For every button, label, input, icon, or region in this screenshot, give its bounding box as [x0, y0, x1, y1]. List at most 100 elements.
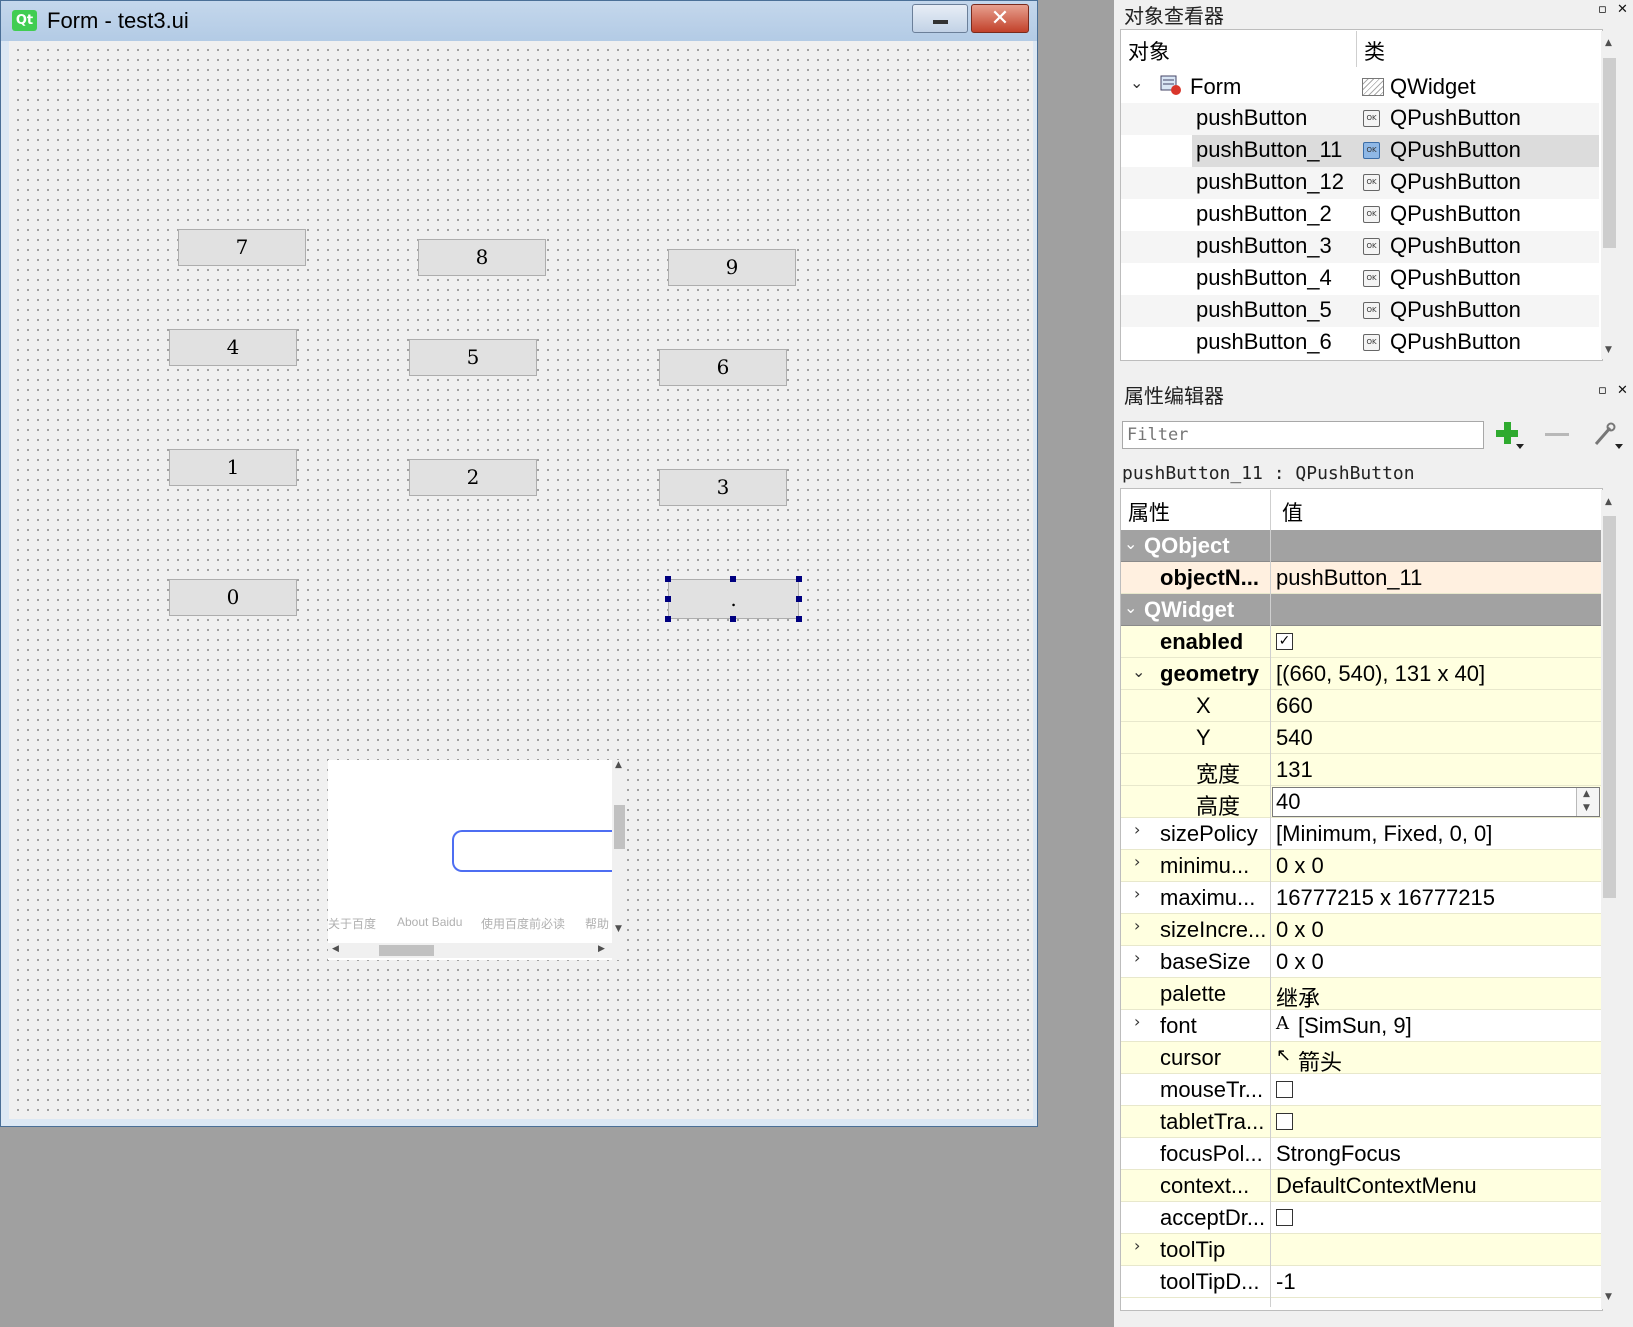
property-row[interactable]	[1121, 690, 1602, 722]
expand-chevron-icon[interactable]: ›	[1134, 884, 1140, 903]
property-value[interactable]: 660	[1276, 693, 1313, 719]
expand-chevron-icon[interactable]: ›	[1134, 820, 1140, 839]
property-value[interactable]: 540	[1276, 725, 1313, 751]
calc-button-8[interactable]: 8	[418, 239, 546, 276]
calc-button-0[interactable]: 0	[169, 579, 297, 616]
scroll-down-arrow-icon[interactable]: ▼	[1605, 1292, 1612, 1302]
object-name[interactable]: pushButton_11	[1196, 137, 1342, 163]
selection-handle[interactable]	[665, 576, 671, 582]
scroll-down-arrow-icon[interactable]: ▼	[1605, 345, 1612, 355]
expand-chevron-icon[interactable]: ›	[1134, 948, 1140, 967]
web-vertical-scroll-thumb[interactable]	[614, 805, 625, 849]
property-value[interactable]: 0 x 0	[1276, 949, 1324, 975]
property-editor-scroll-thumb[interactable]	[1603, 516, 1616, 898]
selection-handle[interactable]	[730, 616, 736, 622]
calc-button-6[interactable]: 6	[659, 349, 787, 386]
object-inspector-scroll-thumb[interactable]	[1603, 58, 1616, 248]
property-value[interactable]: 131	[1276, 757, 1313, 783]
selection-handle[interactable]	[796, 616, 802, 622]
tree-row[interactable]	[1121, 103, 1599, 135]
object-name[interactable]: pushButton	[1196, 105, 1307, 131]
calc-button-3[interactable]: 3	[659, 469, 787, 506]
tree-row[interactable]	[1121, 199, 1599, 231]
object-name[interactable]: pushButton_5	[1196, 297, 1332, 323]
expand-chevron-icon[interactable]: ›	[1134, 1236, 1140, 1255]
expand-chevron-icon[interactable]: ›	[1134, 852, 1140, 871]
scroll-up-arrow-icon[interactable]: ▲	[615, 760, 622, 770]
enabled-checkbox[interactable]: ✓	[1276, 633, 1293, 650]
expand-chevron-icon[interactable]: ›	[1134, 916, 1140, 935]
close-button[interactable]: ✕	[971, 4, 1029, 33]
property-row[interactable]	[1121, 722, 1602, 754]
expand-chevron-icon[interactable]: ⌄	[1130, 73, 1143, 92]
calc-button-5[interactable]: 5	[409, 339, 537, 376]
property-value[interactable]: 继承	[1276, 981, 1320, 1013]
property-value[interactable]: [Minimum, Fixed, 0, 0]	[1276, 821, 1492, 847]
acceptdrops-checkbox[interactable]	[1276, 1209, 1293, 1226]
plus-icon[interactable]	[1496, 422, 1524, 449]
property-value[interactable]: 箭头	[1298, 1045, 1342, 1077]
close-icon[interactable]: ✕	[1617, 383, 1628, 398]
property-value[interactable]: DefaultContextMenu	[1276, 1173, 1477, 1199]
scroll-up-arrow-icon[interactable]: ▲	[1605, 497, 1612, 507]
object-name[interactable]: pushButton_6	[1196, 329, 1332, 355]
tree-row[interactable]	[1121, 263, 1599, 295]
height-spinbox[interactable]	[1272, 787, 1600, 817]
column-header-property[interactable]: 属性	[1128, 497, 1170, 527]
selection-handle[interactable]	[796, 576, 802, 582]
float-icon[interactable]: ▫	[1598, 383, 1607, 398]
web-search-input[interactable]	[452, 830, 612, 872]
calc-button-9[interactable]: 9	[668, 249, 796, 286]
selection-handle[interactable]	[796, 596, 802, 602]
collapse-chevron-icon[interactable]: ⌄	[1124, 534, 1137, 553]
property-value[interactable]: pushButton_11	[1276, 565, 1422, 591]
tree-row[interactable]	[1121, 167, 1599, 199]
mousetracking-checkbox[interactable]	[1276, 1081, 1293, 1098]
property-value[interactable]: StrongFocus	[1276, 1141, 1401, 1167]
selection-handle[interactable]	[730, 576, 736, 582]
tablettracking-checkbox[interactable]	[1276, 1113, 1293, 1130]
property-value[interactable]: [(660, 540), 131 x 40]	[1276, 661, 1485, 687]
web-link[interactable]: 关于百度	[328, 915, 376, 932]
column-header-class[interactable]: 类	[1364, 36, 1385, 66]
scroll-down-arrow-icon[interactable]: ▼	[615, 924, 622, 934]
minimize-button[interactable]	[912, 4, 968, 33]
property-value[interactable]: 16777215 x 16777215	[1276, 885, 1495, 911]
expand-chevron-icon[interactable]: ›	[1134, 1012, 1140, 1031]
selection-handle[interactable]	[665, 616, 671, 622]
object-name-form[interactable]: Form	[1190, 74, 1241, 100]
calc-button-1[interactable]: 1	[169, 449, 297, 486]
wrench-icon[interactable]	[1593, 422, 1623, 449]
spin-down-icon[interactable]: ▼	[1583, 803, 1590, 813]
column-header-value[interactable]: 值	[1282, 497, 1303, 527]
tree-row[interactable]	[1121, 231, 1599, 263]
property-value[interactable]: 0 x 0	[1276, 917, 1324, 943]
scroll-left-arrow-icon[interactable]: ◀	[332, 944, 339, 954]
float-icon[interactable]: ▫	[1598, 2, 1607, 17]
collapse-chevron-icon[interactable]: ⌄	[1132, 662, 1145, 681]
tree-row[interactable]	[1121, 295, 1599, 327]
minus-icon[interactable]	[1545, 433, 1569, 436]
column-header-object[interactable]: 对象	[1128, 36, 1170, 66]
web-link[interactable]: 帮助	[585, 915, 609, 932]
tree-row[interactable]	[1121, 327, 1599, 359]
height-spinbox-value[interactable]: 40	[1276, 789, 1300, 815]
form-titlebar[interactable]: Qt Form - test3.ui ✕	[1, 1, 1037, 41]
object-name[interactable]: pushButton_4	[1196, 265, 1332, 291]
property-value[interactable]: -1	[1276, 1269, 1296, 1295]
web-horizontal-scroll-thumb[interactable]	[379, 945, 434, 956]
collapse-chevron-icon[interactable]: ⌄	[1124, 598, 1137, 617]
calc-button-7[interactable]: 7	[178, 229, 306, 266]
close-icon[interactable]: ✕	[1617, 2, 1628, 17]
spin-up-icon[interactable]: ▲	[1583, 789, 1590, 799]
property-filter-input[interactable]	[1122, 421, 1484, 449]
property-value[interactable]: 0 x 0	[1276, 853, 1324, 879]
object-name[interactable]: pushButton_2	[1196, 201, 1332, 227]
property-value[interactable]: [SimSun, 9]	[1298, 1013, 1412, 1039]
calc-button-2[interactable]: 2	[409, 459, 537, 496]
calc-button-dot[interactable]: .	[668, 579, 799, 619]
web-link[interactable]: About Baidu	[397, 915, 462, 929]
calc-button-4[interactable]: 4	[169, 329, 297, 366]
object-name[interactable]: pushButton_3	[1196, 233, 1332, 259]
scroll-right-arrow-icon[interactable]: ▶	[598, 944, 605, 954]
